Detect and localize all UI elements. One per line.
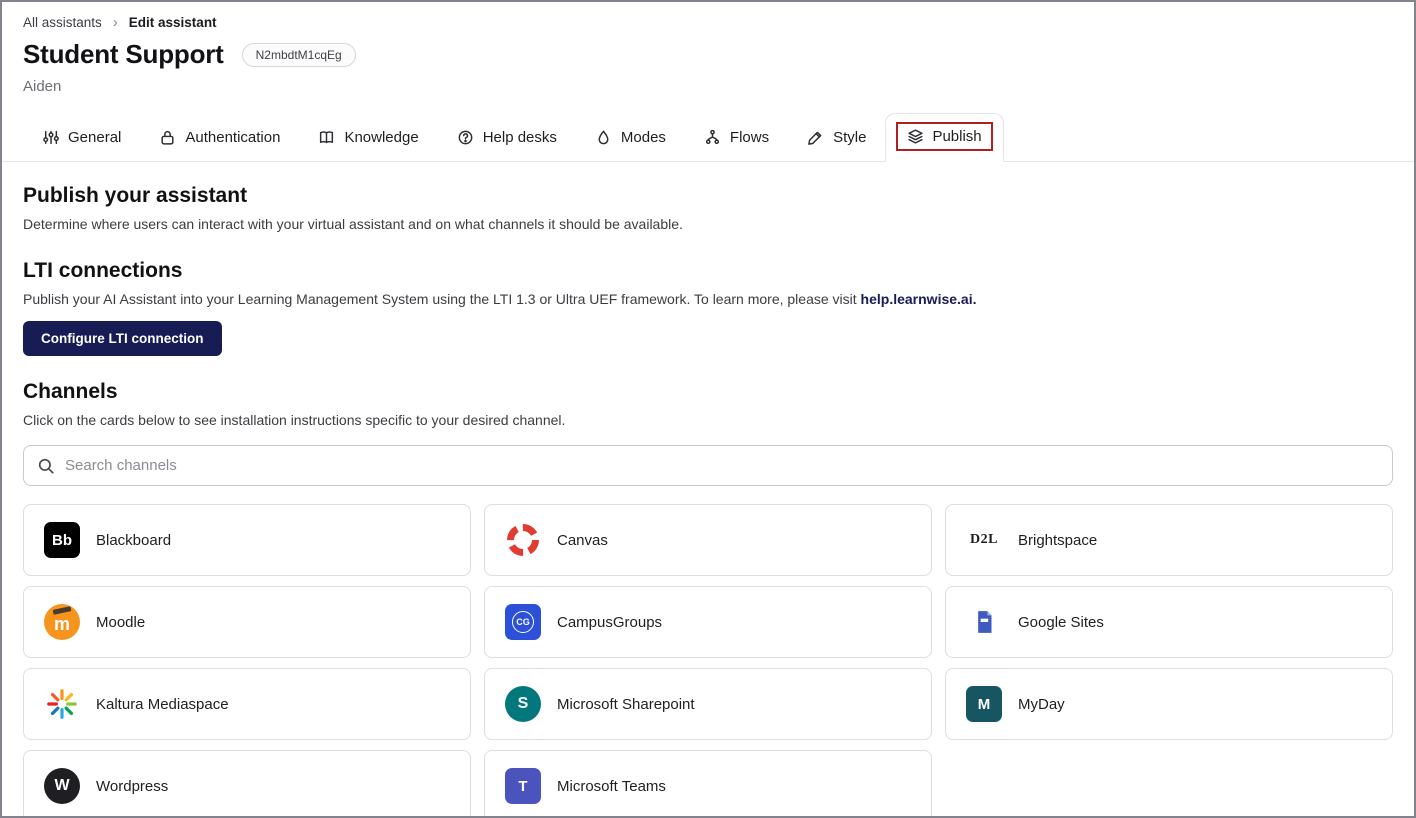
tab-label: Publish: [932, 128, 981, 145]
header: Student Support N2mbdtM1cqEg: [23, 39, 1393, 70]
tab-publish[interactable]: Publish: [885, 113, 1003, 162]
channel-card-microsoft-sharepoint[interactable]: S Microsoft Sharepoint: [484, 668, 932, 740]
tab-label: Style: [833, 129, 866, 146]
channel-label: CampusGroups: [557, 614, 662, 631]
tab-label: Flows: [730, 129, 769, 146]
droplet-icon: [595, 129, 612, 146]
moodle-icon: m: [44, 604, 80, 640]
tab-modes[interactable]: Modes: [576, 116, 685, 161]
icon-glyph: T: [518, 778, 527, 795]
channel-label: MyDay: [1018, 696, 1065, 713]
channel-label: Kaltura Mediaspace: [96, 696, 229, 713]
breadcrumb: All assistants › Edit assistant: [23, 15, 1393, 30]
channel-card-kaltura-mediaspace[interactable]: Kaltura Mediaspace: [23, 668, 471, 740]
tab-label: General: [68, 129, 121, 146]
campusgroups-icon: CG: [505, 604, 541, 640]
icon-glyph: M: [978, 696, 991, 713]
channel-label: Blackboard: [96, 532, 171, 549]
channel-label: Canvas: [557, 532, 608, 549]
sliders-icon: [42, 129, 59, 146]
channel-label: Brightspace: [1018, 532, 1097, 549]
icon-glyph: m: [54, 614, 70, 635]
channel-card-blackboard[interactable]: Bb Blackboard: [23, 504, 471, 576]
breadcrumb-edit-assistant: Edit assistant: [129, 15, 217, 30]
tab-general[interactable]: General: [23, 116, 140, 161]
help-learnwise-link[interactable]: help.learnwise.ai.: [861, 291, 977, 307]
channel-search[interactable]: [23, 445, 1393, 486]
canvas-icon: [507, 524, 539, 556]
channel-label: Moodle: [96, 614, 145, 631]
channels-section-description: Click on the cards below to see installa…: [23, 412, 1393, 428]
page-title: Student Support: [23, 39, 224, 70]
tab-label: Authentication: [185, 129, 280, 146]
breadcrumb-separator-icon: ›: [113, 15, 118, 30]
microsoft-sharepoint-icon: S: [505, 686, 541, 722]
channels-grid: Bb Blackboard Canvas D2L Brightspace m M…: [23, 504, 1393, 818]
channel-label: Microsoft Teams: [557, 778, 666, 795]
publish-section-description: Determine where users can interact with …: [23, 216, 1393, 232]
channels-section-title: Channels: [23, 380, 1393, 404]
search-input[interactable]: [65, 457, 1379, 474]
publish-section-title: Publish your assistant: [23, 184, 1393, 208]
layers-icon: [907, 128, 924, 145]
publish-tab-highlight-box: Publish: [896, 122, 992, 151]
channel-card-wordpress[interactable]: W Wordpress: [23, 750, 471, 818]
channel-card-canvas[interactable]: Canvas: [484, 504, 932, 576]
lti-section-description: Publish your AI Assistant into your Lear…: [23, 291, 857, 307]
channel-card-microsoft-teams[interactable]: T Microsoft Teams: [484, 750, 932, 818]
tab-knowledge[interactable]: Knowledge: [299, 116, 437, 161]
myday-icon: M: [966, 686, 1002, 722]
channel-card-moodle[interactable]: m Moodle: [23, 586, 471, 658]
channel-label: Wordpress: [96, 778, 168, 795]
configure-lti-button[interactable]: Configure LTI connection: [23, 321, 222, 356]
pen-icon: [807, 129, 824, 146]
tab-authentication[interactable]: Authentication: [140, 116, 299, 161]
assistant-name: Aiden: [23, 78, 1393, 95]
channel-label: Google Sites: [1018, 614, 1104, 631]
question-circle-icon: [457, 129, 474, 146]
channel-card-myday[interactable]: M MyDay: [945, 668, 1393, 740]
channel-label: Microsoft Sharepoint: [557, 696, 695, 713]
tab-label: Modes: [621, 129, 666, 146]
lock-icon: [159, 129, 176, 146]
icon-glyph: D2L: [970, 532, 998, 548]
breadcrumb-all-assistants[interactable]: All assistants: [23, 15, 102, 30]
branch-icon: [704, 129, 721, 146]
lti-section-title: LTI connections: [23, 259, 1393, 283]
icon-glyph: W: [54, 777, 69, 795]
edit-assistant-page: All assistants › Edit assistant Student …: [0, 0, 1416, 818]
channel-card-brightspace[interactable]: D2L Brightspace: [945, 504, 1393, 576]
tab-help-desks[interactable]: Help desks: [438, 116, 576, 161]
assistant-id-badge: N2mbdtM1cqEg: [242, 43, 356, 67]
brightspace-icon: D2L: [966, 522, 1002, 558]
icon-glyph: CG: [512, 611, 534, 633]
icon-glyph: S: [518, 695, 529, 713]
wordpress-icon: W: [44, 768, 80, 804]
search-icon: [37, 457, 55, 475]
google-sites-icon: [966, 604, 1002, 640]
icon-glyph: Bb: [52, 532, 72, 549]
blackboard-icon: Bb: [44, 522, 80, 558]
kaltura-mediaspace-icon: [44, 686, 80, 722]
tab-flows[interactable]: Flows: [685, 116, 788, 161]
channel-card-campusgroups[interactable]: CG CampusGroups: [484, 586, 932, 658]
tab-style[interactable]: Style: [788, 116, 885, 161]
tab-label: Knowledge: [344, 129, 418, 146]
tab-label: Help desks: [483, 129, 557, 146]
book-icon: [318, 129, 335, 146]
tab-bar: General Authentication Knowledge: [2, 113, 1414, 162]
microsoft-teams-icon: T: [505, 768, 541, 804]
channel-card-google-sites[interactable]: Google Sites: [945, 586, 1393, 658]
